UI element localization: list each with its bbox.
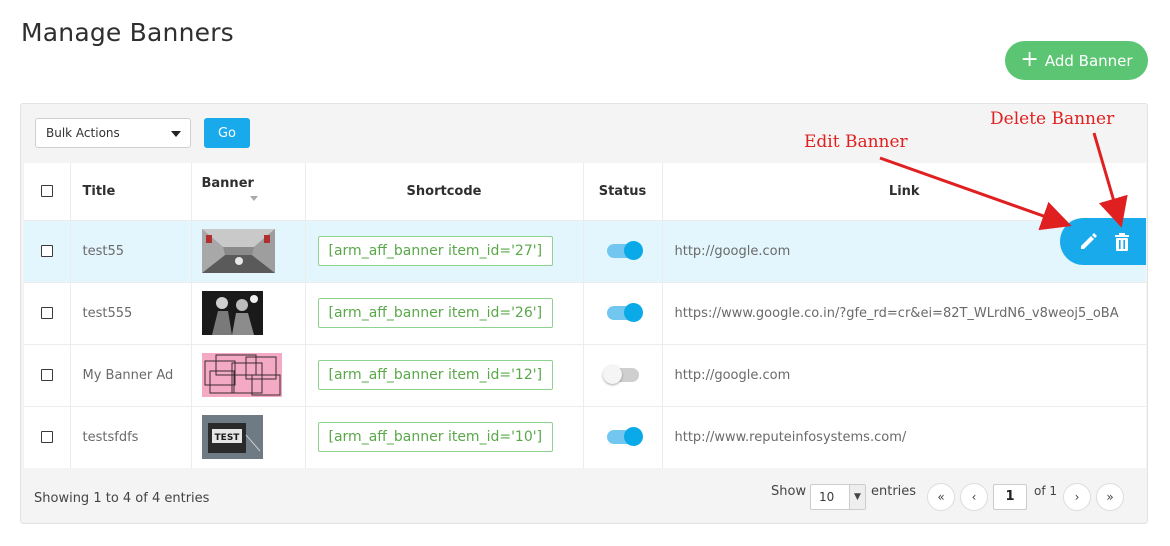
delete-arrow — [1092, 132, 1128, 228]
manage-banners-page: Manage Banners + Add Banner Bulk Actions… — [0, 0, 1170, 546]
annotation-arrows — [879, 132, 1128, 231]
edit-arrow — [879, 156, 1072, 231]
